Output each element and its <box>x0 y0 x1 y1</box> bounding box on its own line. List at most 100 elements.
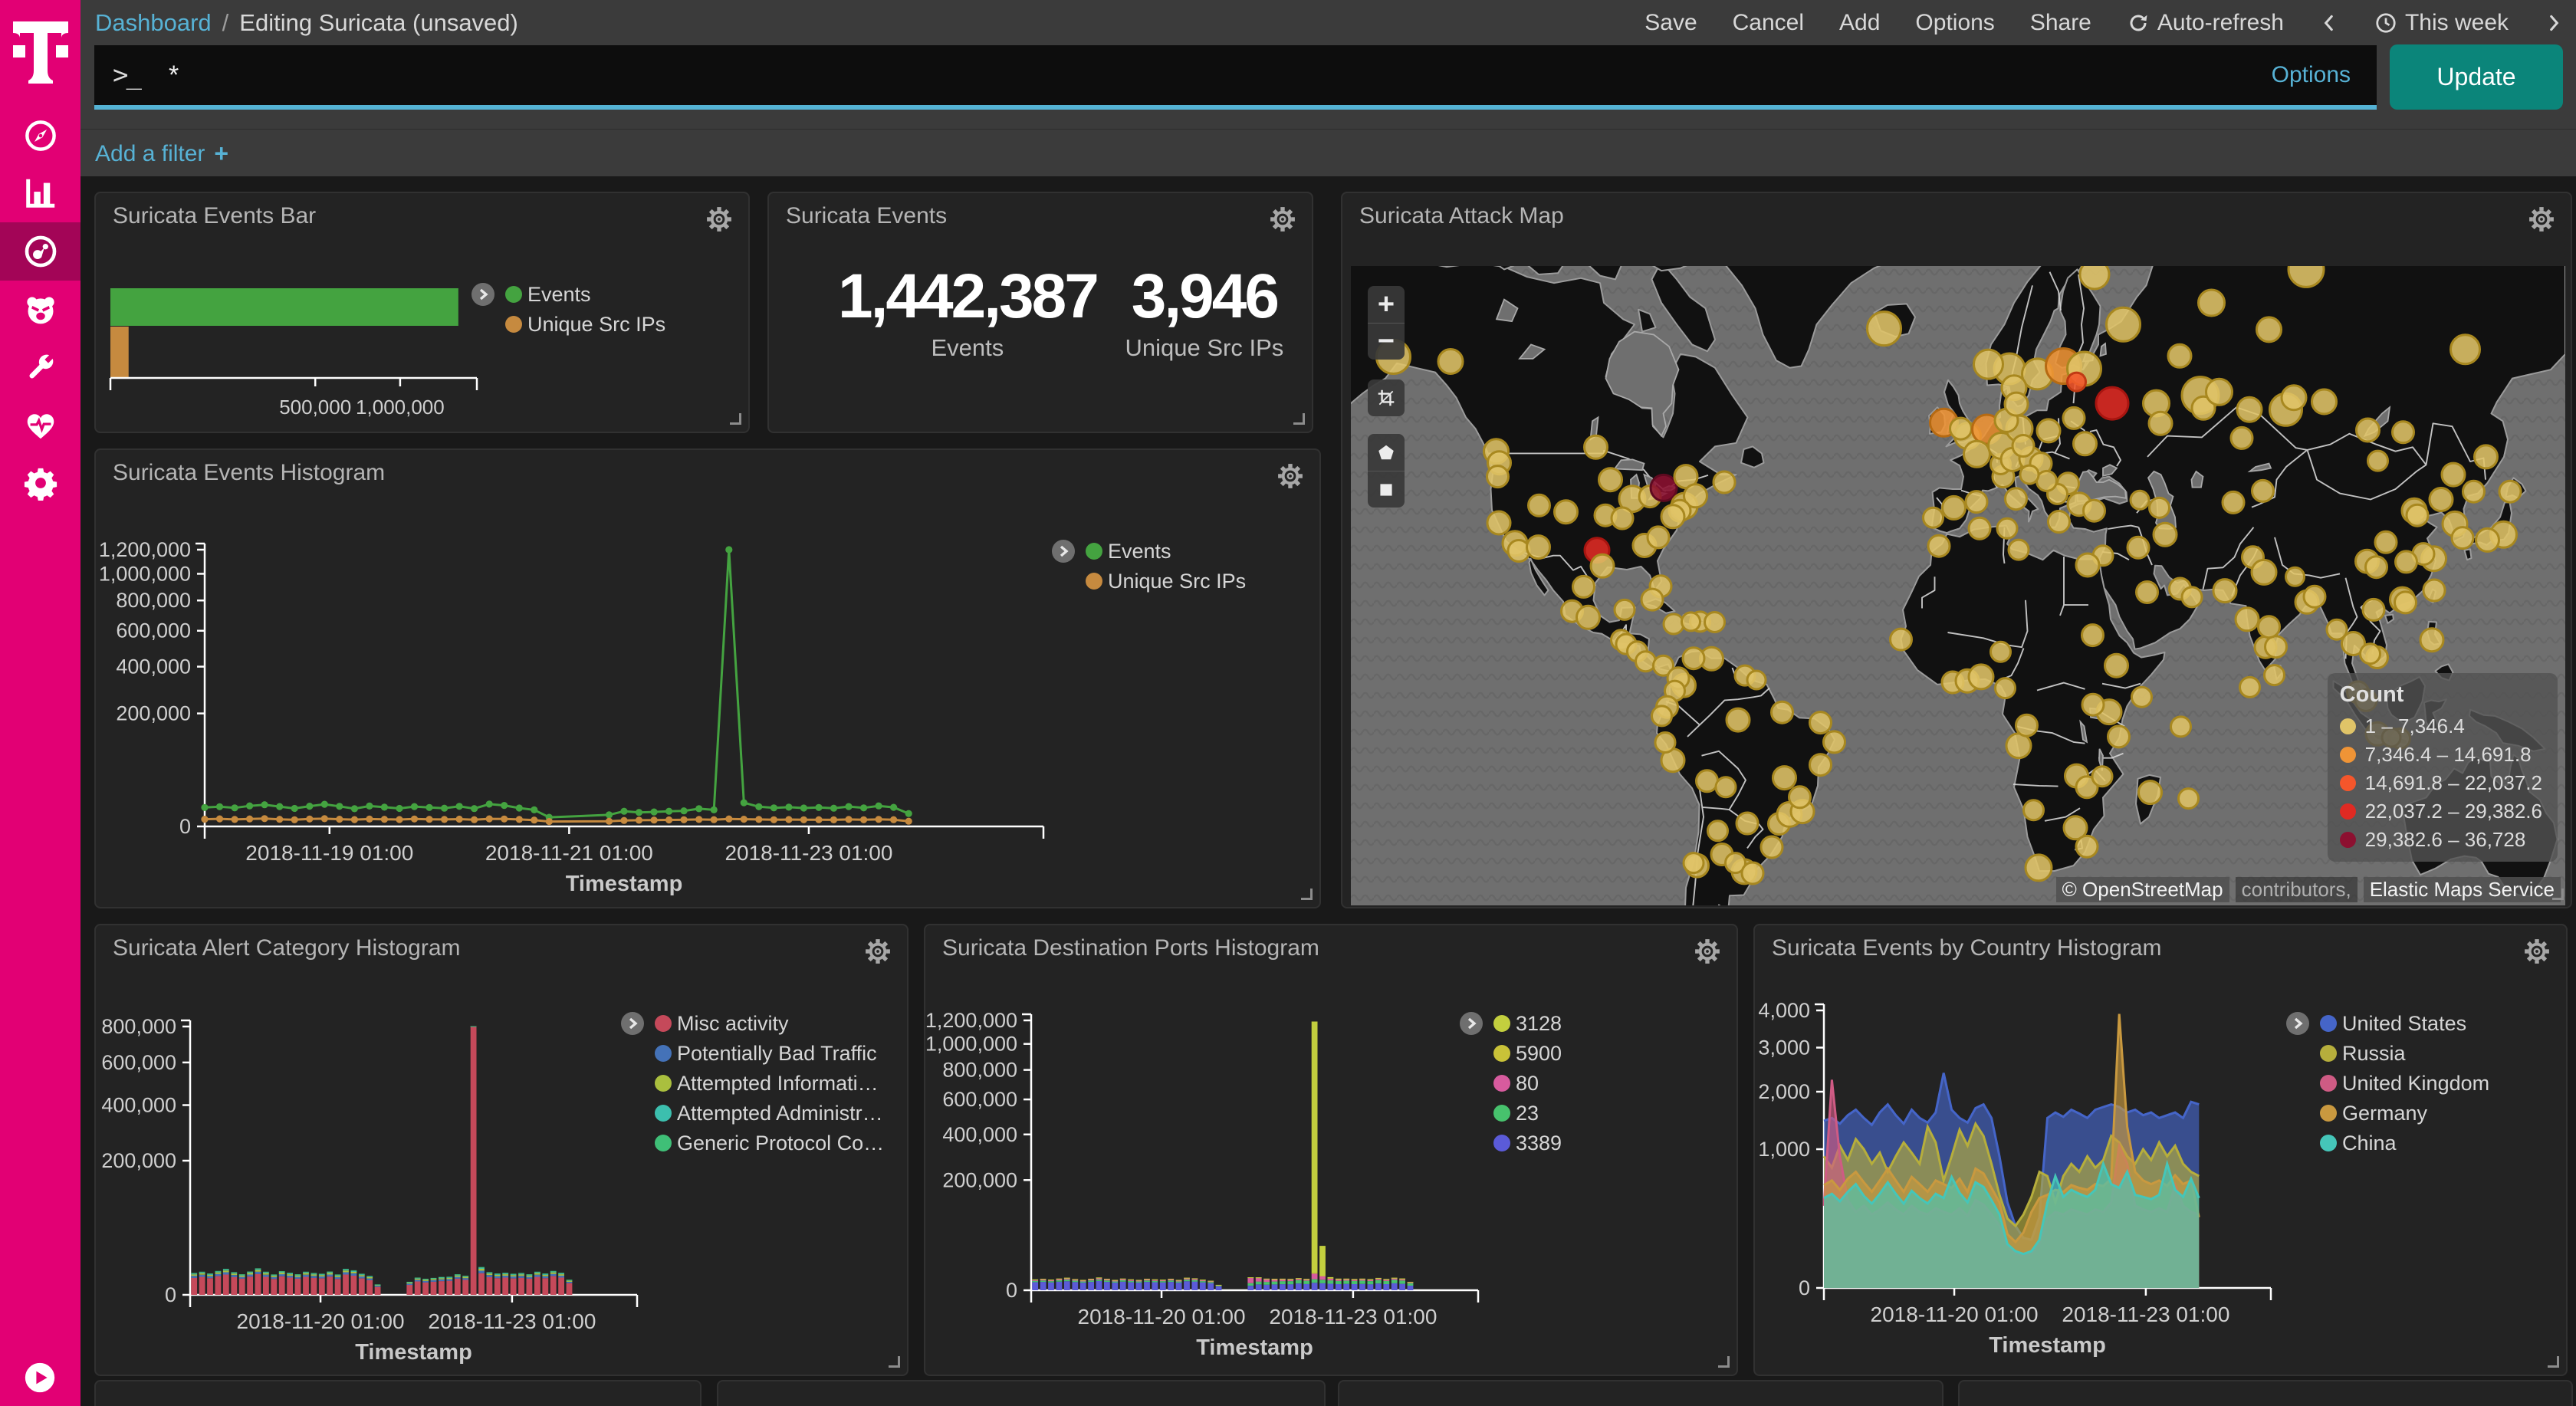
svg-text:200,000: 200,000 <box>101 1149 176 1172</box>
chevron-left-icon <box>2319 13 2339 33</box>
dest-ports-chart[interactable]: 0200,000400,000600,000800,0001,000,0001,… <box>925 925 1740 1381</box>
telekom-logo[interactable] <box>13 21 68 84</box>
svg-text:1,000,000: 1,000,000 <box>356 396 445 419</box>
svg-text:2018-11-20 01:00: 2018-11-20 01:00 <box>1078 1305 1246 1329</box>
draw-rectangle-icon[interactable] <box>1368 471 1405 508</box>
svg-text:1,000,000: 1,000,000 <box>925 1033 1017 1056</box>
metric-value: 1,442,387 <box>838 261 1097 333</box>
panel-resize-handle[interactable] <box>2552 889 2564 900</box>
panel-resize-handle[interactable] <box>1293 413 1305 425</box>
save-button[interactable]: Save <box>1644 10 1697 36</box>
map-attribution-text[interactable]: Elastic Maps Service <box>2364 877 2561 902</box>
breadcrumb-separator: / <box>222 9 229 37</box>
time-forward-button[interactable] <box>2544 13 2564 33</box>
map-legend-class: 1 – 7,346.4 <box>2340 712 2542 741</box>
attack-map[interactable]: + − Count 1 – 7,346.47,346.4 – 14,691.81… <box>1351 266 2565 905</box>
svg-text:2018-11-23 01:00: 2018-11-23 01:00 <box>1269 1305 1437 1329</box>
by-country-chart[interactable]: 01,0002,0003,0004,0002018-11-20 01:00201… <box>1755 925 2569 1381</box>
panel-resize-handle[interactable] <box>2548 1356 2559 1368</box>
panel-suricata-attack-map: Suricata Attack Map + − Count <box>1341 192 2572 908</box>
page-title: Editing Suricata (unsaved) <box>239 9 518 37</box>
breadcrumb: Dashboard / Editing Suricata (unsaved) <box>95 0 518 46</box>
panel-gear-icon[interactable] <box>2528 205 2555 233</box>
add-filter-link[interactable]: Add a filter+ <box>95 140 228 168</box>
options-button[interactable]: Options <box>1915 10 1994 36</box>
svg-text:3,000: 3,000 <box>1758 1036 1810 1059</box>
svg-text:200,000: 200,000 <box>942 1168 1017 1191</box>
map-attribution-text[interactable]: © OpenStreetMap <box>2056 877 2229 902</box>
map-legend-class: 7,346.4 – 14,691.8 <box>2340 741 2542 769</box>
zoom-in-button[interactable]: + <box>1368 286 1405 323</box>
svg-text:Timestamp: Timestamp <box>1196 1335 1313 1360</box>
add-button[interactable]: Add <box>1839 10 1880 36</box>
svg-text:2018-11-20 01:00: 2018-11-20 01:00 <box>1871 1303 2039 1326</box>
query-bar: >_ Options <box>94 45 2377 110</box>
dashboard-grid: Suricata Events Bar 500,0001,000,000Even… <box>80 176 2576 1406</box>
update-button[interactable]: Update <box>2390 44 2563 110</box>
svg-text:1,200,000: 1,200,000 <box>99 538 191 561</box>
query-input[interactable] <box>169 61 2272 90</box>
events-histogram-chart[interactable]: 0200,000400,000600,000800,0001,000,0001,… <box>96 450 1322 914</box>
events-bar-chart[interactable]: 500,0001,000,000EventsUnique Src IPs <box>96 193 751 439</box>
bounding-box-icon[interactable] <box>1368 379 1405 416</box>
metric-events: 1,442,387 Events <box>838 261 1097 362</box>
chevron-right-icon <box>2544 13 2564 33</box>
svg-text:Attempted Informati…: Attempted Informati… <box>677 1072 879 1095</box>
legend-toggle-icon[interactable] <box>1052 540 1075 563</box>
panel-suricata-events-by-country-histogram: Suricata Events by Country Histogram 01,… <box>1753 924 2568 1376</box>
metric-unique-src-ips: 3,946 Unique Src IPs <box>1097 261 1312 362</box>
sidebar-item-visualize[interactable] <box>0 164 80 222</box>
sidebar-item-tpot[interactable] <box>0 281 80 339</box>
zoom-out-button[interactable]: − <box>1368 323 1405 360</box>
share-button[interactable]: Share <box>2030 10 2091 36</box>
metric-value: 3,946 <box>1097 261 1312 333</box>
panel-suricata-events-bar: Suricata Events Bar 500,0001,000,000Even… <box>94 192 750 433</box>
panel-resize-handle[interactable] <box>730 413 741 425</box>
query-options-link[interactable]: Options <box>2272 62 2351 88</box>
svg-text:2018-11-23 01:00: 2018-11-23 01:00 <box>428 1309 596 1333</box>
panel-title: Suricata Events <box>786 203 947 229</box>
draw-polygon-icon[interactable] <box>1368 434 1405 471</box>
metric-label: Unique Src IPs <box>1097 334 1312 362</box>
metric-label: Events <box>838 334 1097 362</box>
svg-text:400,000: 400,000 <box>101 1094 176 1117</box>
legend-toggle-icon[interactable] <box>1460 1012 1483 1035</box>
panel-resize-handle[interactable] <box>1718 1356 1730 1368</box>
legend-toggle-icon[interactable] <box>2286 1012 2309 1035</box>
legend-toggle-icon[interactable] <box>472 283 495 306</box>
map-legend-class: 29,382.6 – 36,728 <box>2340 826 2542 854</box>
gear-icon <box>23 465 58 501</box>
map-legend-class: 14,691.8 – 22,037.2 <box>2340 769 2542 797</box>
alert-category-chart[interactable]: 0200,000400,000600,000800,0002018-11-20 … <box>96 925 910 1381</box>
time-range-button[interactable]: This week <box>2374 10 2509 36</box>
svg-text:Germany: Germany <box>2342 1102 2428 1125</box>
svg-text:United Kingdom: United Kingdom <box>2342 1072 2489 1095</box>
panel-suricata-alert-category-histogram: Suricata Alert Category Histogram 0200,0… <box>94 924 909 1376</box>
svg-text:Events: Events <box>527 283 591 306</box>
legend-toggle-icon[interactable] <box>621 1012 644 1035</box>
panel-suricata-destination-ports-histogram: Suricata Destination Ports Histogram 020… <box>924 924 1738 1376</box>
svg-text:Misc activity: Misc activity <box>677 1012 789 1035</box>
sidebar-item-discover[interactable] <box>0 107 80 165</box>
sidebar-item-management[interactable] <box>0 454 80 512</box>
panel-gear-icon[interactable] <box>1269 205 1296 233</box>
collapse-nav-button[interactable] <box>22 1360 58 1395</box>
cancel-button[interactable]: Cancel <box>1733 10 1804 36</box>
svg-text:600,000: 600,000 <box>942 1088 1017 1111</box>
auto-refresh-button[interactable]: Auto-refresh <box>2127 10 2284 36</box>
breadcrumb-dashboard-link[interactable]: Dashboard <box>95 9 212 37</box>
panel-resize-handle[interactable] <box>889 1356 900 1368</box>
svg-text:Events: Events <box>1108 540 1171 563</box>
sidebar-item-monitoring[interactable] <box>0 396 80 455</box>
panel-resize-handle[interactable] <box>1301 889 1313 900</box>
time-back-button[interactable] <box>2319 13 2339 33</box>
map-legend: Count 1 – 7,346.47,346.4 – 14,691.814,69… <box>2328 673 2558 862</box>
sidebar-item-devtools[interactable] <box>0 338 80 396</box>
map-legend-title: Count <box>2340 682 2542 708</box>
sidebar-item-dashboard[interactable] <box>0 222 80 281</box>
panel-suricata-events: Suricata Events 1,442,387 Events 3,946 U… <box>767 192 1313 433</box>
panel-title: Suricata Attack Map <box>1359 203 1564 229</box>
svg-text:Russia: Russia <box>2342 1042 2407 1065</box>
clock-icon <box>2374 11 2397 34</box>
svg-text:4,000: 4,000 <box>1758 999 1810 1022</box>
